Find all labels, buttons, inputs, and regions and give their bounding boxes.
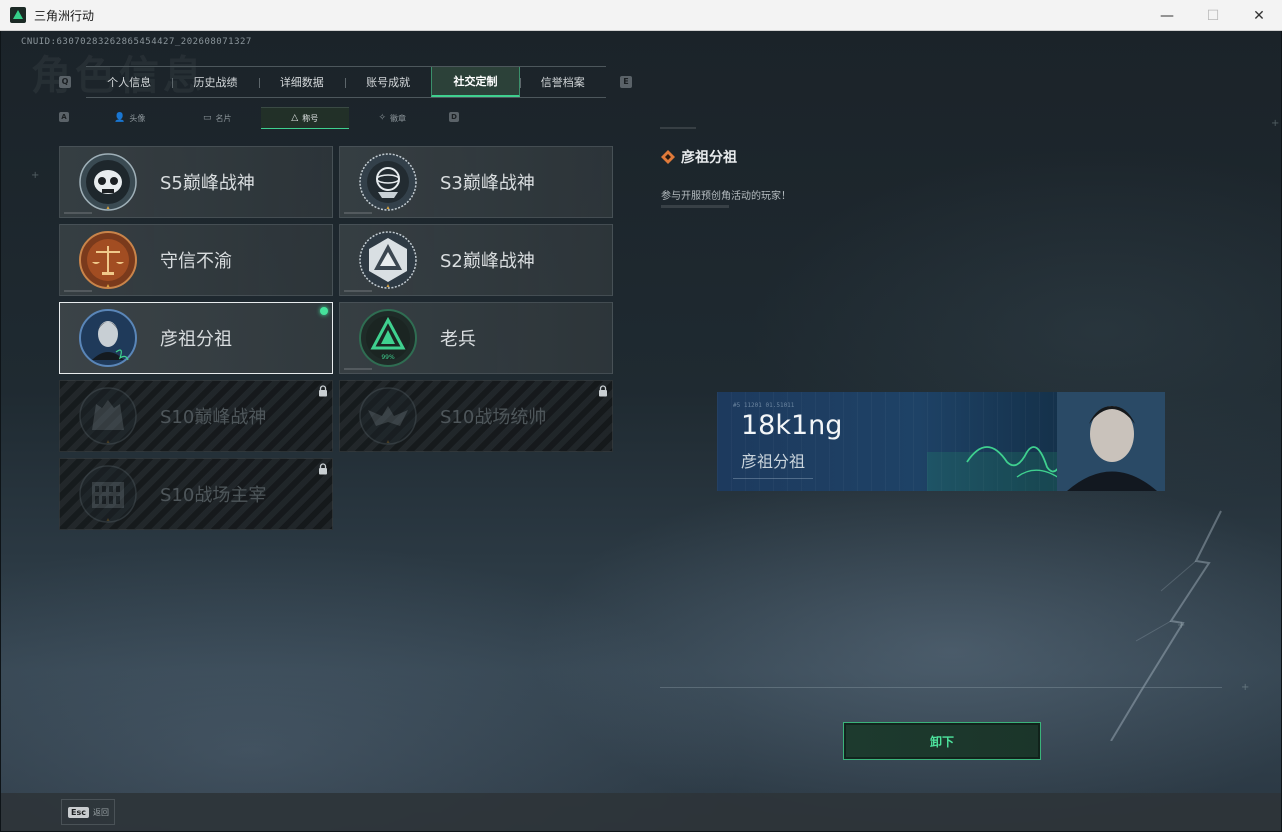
veteran-badge-icon: 99%	[358, 308, 418, 368]
maximize-button[interactable]: ☐	[1190, 0, 1236, 31]
subtab-avatar[interactable]: 👤 头像	[86, 107, 174, 129]
key-hint-prev-sub: A	[59, 112, 69, 122]
title-card-label: S10巅峰战神	[160, 407, 267, 428]
lock-icon	[599, 385, 607, 397]
subtab-namecard[interactable]: ▭ 名片	[174, 107, 262, 129]
subtab-label: 徽章	[390, 113, 407, 123]
detail-description: 参与开服预创角活动的玩家！	[661, 191, 791, 202]
main-tab-bar: 个人信息 历史战绩 详细数据 账号成就 社交定制 信誉档案	[86, 66, 606, 98]
title-card[interactable]: 守信不渝	[59, 224, 333, 296]
tab-reputation[interactable]: 信誉档案	[519, 67, 606, 97]
card-icon: ▭	[202, 113, 212, 123]
scales-badge-icon	[78, 230, 138, 290]
colosseum-badge-icon	[78, 464, 138, 524]
title-card-selected[interactable]: 彦祖分祖	[59, 302, 333, 374]
crosshair-decoration: +	[1177, 620, 1186, 631]
lock-icon	[319, 463, 327, 475]
crosshair-decoration: +	[1271, 118, 1280, 129]
title-card-locked[interactable]: S10战场统帅	[339, 380, 613, 452]
unequip-button[interactable]: 卸下	[843, 722, 1041, 760]
card-bar-decoration	[344, 290, 372, 292]
banner-player-name: 18k1ng	[741, 410, 843, 441]
title-card-label: 守信不渝	[160, 251, 232, 272]
eagle-badge-icon	[358, 386, 418, 446]
person-icon: 👤	[114, 113, 126, 123]
fortress-badge-icon	[78, 386, 138, 446]
app-logo-icon	[10, 7, 26, 23]
card-bar-decoration	[344, 212, 372, 214]
badge-icon: ✧	[378, 113, 387, 123]
back-label: 返回	[92, 807, 109, 817]
tab-personal-info[interactable]: 个人信息	[86, 67, 172, 97]
title-card[interactable]: 99% 老兵	[339, 302, 613, 374]
tab-detailed-data[interactable]: 详细数据	[258, 67, 345, 97]
portrait-badge-icon	[78, 308, 138, 368]
subtab-title[interactable]: △ 称号	[261, 107, 349, 129]
title-card-label: S10战场统帅	[440, 407, 547, 428]
game-viewport: 角色信息 CNUID:6307028326286545442​7_2026080…	[1, 31, 1281, 831]
key-hint-next-main: E	[620, 76, 632, 88]
pyramid-badge-icon	[358, 230, 418, 290]
title-card-locked[interactable]: S10战场主宰	[59, 458, 333, 530]
subtab-label: 头像	[129, 113, 146, 123]
tab-social-customization[interactable]: 社交定制	[431, 67, 520, 97]
key-hint-next-sub: D	[449, 112, 459, 122]
crosshair-decoration: +	[31, 170, 40, 181]
card-bar-decoration	[64, 212, 92, 214]
lock-icon	[319, 385, 327, 397]
minimize-button[interactable]: —	[1144, 0, 1190, 31]
skull-badge-icon	[78, 152, 138, 212]
globe-badge-icon	[358, 152, 418, 212]
title-card[interactable]: S3巅峰战神	[339, 146, 613, 218]
detail-title: 彦祖分祖	[681, 150, 737, 166]
equipped-indicator-icon	[320, 307, 328, 315]
title-card[interactable]: S5巅峰战神	[59, 146, 333, 218]
window-title: 三角洲行动	[34, 8, 95, 23]
sub-tab-bar: 👤 头像 ▭ 名片 △ 称号 ✧ 徽章	[86, 107, 436, 129]
title-card-label: S5巅峰战神	[160, 173, 255, 194]
triangle-icon: △	[291, 113, 299, 123]
bottom-bar: Esc 返回	[1, 793, 1281, 831]
title-card-label: S2巅峰战神	[440, 251, 535, 272]
tab-achievements[interactable]: 账号成就	[344, 67, 431, 97]
banner-code: #5 11201 01.51011	[733, 402, 795, 409]
card-bar-decoration	[64, 290, 92, 292]
window-titlebar: 三角洲行动 — ☐ ✕	[0, 0, 1282, 31]
title-diamond-icon	[661, 150, 675, 164]
subtab-label: 称号	[302, 113, 319, 123]
title-card[interactable]: S2巅峰战神	[339, 224, 613, 296]
title-card-label: S10战场主宰	[160, 485, 267, 506]
title-card-label: 彦祖分祖	[160, 329, 232, 350]
banner-title: 彦祖分祖	[741, 452, 806, 471]
title-banner-preview: #5 11201 01.51011 18k1ng 彦祖分祖	[717, 392, 1165, 491]
subtab-badge[interactable]: ✧ 徽章	[349, 107, 437, 129]
esc-key-icon: Esc	[68, 806, 89, 818]
veteran-badge-percent: 99%	[381, 354, 395, 361]
title-card-label: S3巅峰战神	[440, 173, 535, 194]
detail-header: 彦祖分祖	[661, 147, 737, 167]
subtab-label: 名片	[215, 113, 232, 123]
window-controls: — ☐ ✕	[1144, 0, 1282, 31]
decoration-line	[661, 205, 729, 208]
key-hint-prev-main: Q	[59, 76, 71, 88]
tab-history[interactable]: 历史战绩	[172, 67, 258, 97]
lightning-decoration	[1110, 510, 1222, 741]
close-button[interactable]: ✕	[1236, 0, 1282, 31]
player-uid: CNUID:6307028326286545442​7_202608071327	[21, 37, 252, 47]
back-button[interactable]: Esc 返回	[61, 799, 115, 825]
decoration-line	[660, 127, 696, 129]
divider	[660, 687, 1222, 688]
title-card-label: 老兵	[440, 329, 476, 350]
card-bar-decoration	[344, 368, 372, 370]
title-card-locked[interactable]: S10巅峰战神	[59, 380, 333, 452]
crosshair-decoration: +	[1241, 682, 1250, 693]
